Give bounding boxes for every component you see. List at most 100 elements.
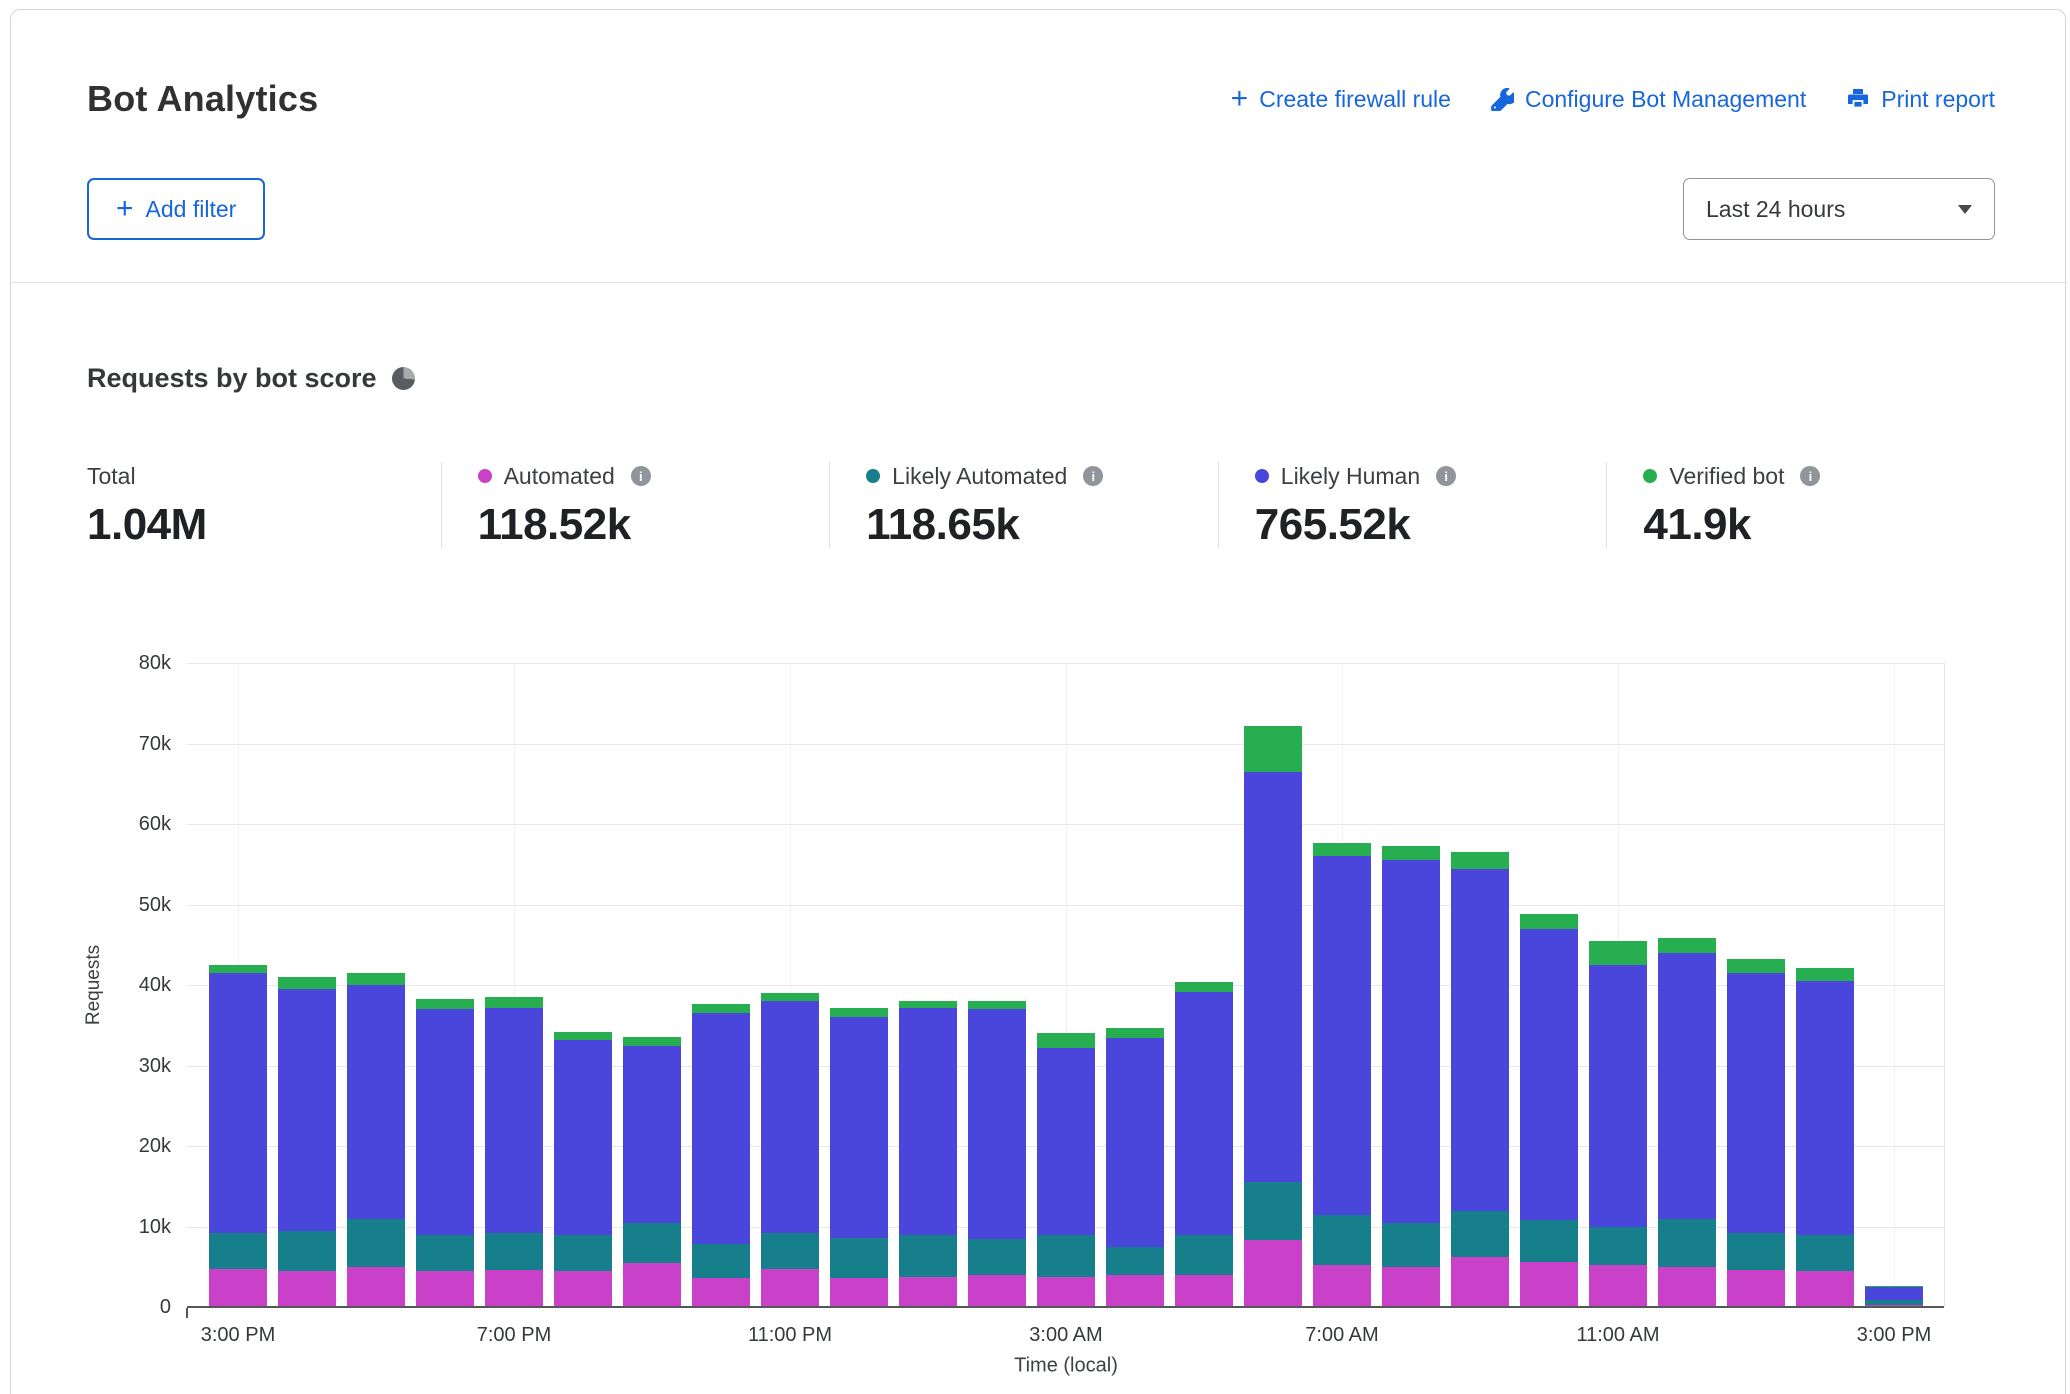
- stat-likely-human: Likely Human i 765.52k: [1218, 462, 1607, 548]
- y-tick-label: 10k: [87, 1215, 171, 1239]
- chart-bar[interactable]: [1037, 1033, 1095, 1307]
- bar-segment: [899, 1277, 957, 1307]
- bar-segment: [1796, 1235, 1854, 1271]
- bar-segment: [1175, 992, 1233, 1235]
- stat-label: Likely Automated: [892, 463, 1067, 490]
- bar-segment: [554, 1040, 612, 1235]
- info-icon[interactable]: i: [1436, 466, 1456, 486]
- wrench-icon: [1491, 88, 1514, 111]
- bar-segment: [278, 977, 336, 989]
- chart-bar[interactable]: [761, 993, 819, 1307]
- bar-segment: [968, 1009, 1026, 1238]
- bar-segment: [1037, 1033, 1095, 1048]
- chart-bar[interactable]: [1520, 914, 1578, 1307]
- bar-segment: [347, 1219, 405, 1267]
- bar-segment: [692, 1278, 750, 1307]
- chart-bar[interactable]: [416, 999, 474, 1307]
- bar-segment: [1037, 1235, 1095, 1277]
- create-firewall-rule-link[interactable]: + Create firewall rule: [1231, 86, 1451, 113]
- bar-segment: [278, 1231, 336, 1271]
- info-icon[interactable]: i: [1800, 466, 1820, 486]
- bar-segment: [347, 973, 405, 985]
- plus-icon: +: [1231, 88, 1249, 110]
- chart-bar[interactable]: [1658, 938, 1716, 1307]
- bar-segment: [830, 1238, 888, 1278]
- stat-automated: Automated i 118.52k: [441, 462, 830, 548]
- chart-bar[interactable]: [623, 1037, 681, 1307]
- chart-bar[interactable]: [1865, 1286, 1923, 1307]
- axis-tick: [186, 1308, 188, 1318]
- bar-segment: [761, 1269, 819, 1307]
- chart-bar[interactable]: [1313, 843, 1371, 1307]
- bar-segment: [416, 1271, 474, 1307]
- printer-icon: [1846, 87, 1870, 111]
- print-report-label: Print report: [1881, 86, 1995, 113]
- legend-dot-likely-automated: [866, 469, 880, 483]
- chart-bar[interactable]: [1175, 982, 1233, 1307]
- print-report-link[interactable]: Print report: [1846, 86, 1995, 113]
- chart-bar[interactable]: [1796, 968, 1854, 1308]
- bar-segment: [830, 1278, 888, 1307]
- bar-segment: [1382, 846, 1440, 861]
- configure-bot-management-label: Configure Bot Management: [1525, 86, 1806, 113]
- bar-segment: [1589, 1265, 1647, 1308]
- bar-segment: [968, 1239, 1026, 1275]
- stat-value: 118.52k: [478, 502, 830, 548]
- stat-verified-bot: Verified bot i 41.9k: [1606, 462, 1995, 548]
- stat-value: 41.9k: [1643, 502, 1995, 548]
- bar-segment: [1106, 1275, 1164, 1307]
- x-tick-label: 7:00 AM: [1257, 1324, 1427, 1347]
- chart-bar[interactable]: [1382, 846, 1440, 1307]
- requests-section: Requests by bot score Total 1.04M Automa…: [11, 283, 2065, 1390]
- bar-segment: [830, 1017, 888, 1238]
- time-range-select[interactable]: Last 24 hours: [1683, 178, 1995, 240]
- configure-bot-management-link[interactable]: Configure Bot Management: [1491, 86, 1806, 113]
- chart-bar[interactable]: [209, 965, 267, 1307]
- card-header: Bot Analytics + Create firewall rule Con…: [11, 10, 2065, 282]
- x-tick-label: 11:00 PM: [705, 1324, 875, 1347]
- chart-bar[interactable]: [830, 1008, 888, 1308]
- chart-bar[interactable]: [1451, 852, 1509, 1307]
- chart-bar[interactable]: [1244, 726, 1302, 1307]
- y-tick-label: 0: [87, 1295, 171, 1319]
- x-axis-title: Time (local): [1014, 1355, 1118, 1378]
- bar-segment: [485, 1270, 543, 1307]
- bar-segment: [485, 1233, 543, 1270]
- info-icon[interactable]: i: [631, 466, 651, 486]
- chart-bar[interactable]: [968, 1001, 1026, 1307]
- bar-segment: [830, 1008, 888, 1018]
- chart-bar[interactable]: [1106, 1028, 1164, 1307]
- chart-bar[interactable]: [692, 1004, 750, 1307]
- bar-segment: [554, 1032, 612, 1040]
- stats-row: Total 1.04M Automated i 118.52k Likely A…: [87, 462, 1995, 548]
- chart-bar[interactable]: [554, 1032, 612, 1307]
- chart-bar[interactable]: [278, 977, 336, 1307]
- bar-segment: [1658, 1219, 1716, 1267]
- bar-segment: [1313, 1215, 1371, 1265]
- section-title: Requests by bot score: [87, 363, 377, 394]
- bar-segment: [899, 1008, 957, 1235]
- stat-label: Likely Human: [1281, 463, 1420, 490]
- y-tick-label: 70k: [87, 732, 171, 756]
- y-tick-label: 50k: [87, 893, 171, 917]
- info-icon[interactable]: i: [1083, 466, 1103, 486]
- chart-bar[interactable]: [485, 997, 543, 1307]
- chart-bar[interactable]: [1727, 959, 1785, 1308]
- chart-bar[interactable]: [1589, 941, 1647, 1307]
- bar-segment: [1796, 1271, 1854, 1307]
- y-tick-label: 20k: [87, 1134, 171, 1158]
- x-tick-label: 11:00 AM: [1533, 1324, 1703, 1347]
- add-filter-button[interactable]: + Add filter: [87, 178, 265, 240]
- chart-bar[interactable]: [899, 1001, 957, 1307]
- x-tick-label: 7:00 PM: [429, 1324, 599, 1347]
- x-axis-line: [187, 1306, 1944, 1308]
- bar-segment: [278, 1271, 336, 1307]
- bar-segment: [1451, 869, 1509, 1211]
- bar-segment: [1313, 1265, 1371, 1308]
- bar-segment: [1658, 1267, 1716, 1307]
- bar-segment: [554, 1235, 612, 1271]
- bar-segment: [1244, 1240, 1302, 1307]
- bar-segment: [416, 1009, 474, 1234]
- legend-dot-verified-bot: [1643, 469, 1657, 483]
- chart-bar[interactable]: [347, 973, 405, 1307]
